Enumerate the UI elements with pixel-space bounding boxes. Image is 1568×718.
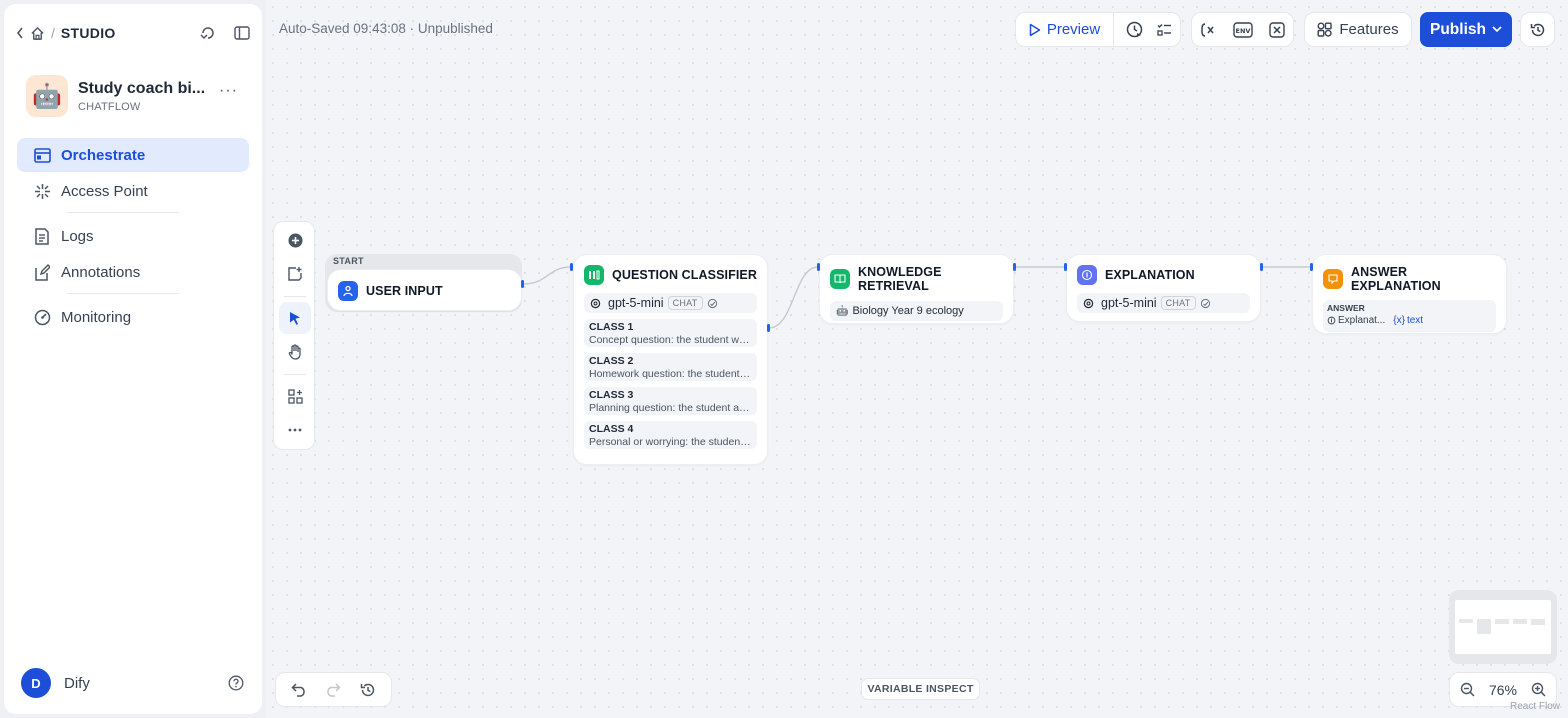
react-flow-attribution[interactable]: React Flow <box>1510 701 1560 712</box>
node-explanation[interactable]: EXPLANATION gpt-5-mini CHAT <box>1066 254 1261 322</box>
class-description: Homework question: the student needs <box>589 368 752 380</box>
model-selector[interactable]: gpt-5-mini CHAT <box>584 293 757 313</box>
node-title: ANSWER EXPLANATION <box>1351 265 1441 293</box>
class-name: CLASS 3 <box>589 389 634 401</box>
model-mode-tag: CHAT <box>667 296 703 310</box>
variable-inspect-button[interactable]: VARIABLE INSPECT <box>861 678 980 700</box>
answer-field[interactable]: ANSWER Explanat... {x} text <box>1323 300 1496 332</box>
class-name: CLASS 4 <box>589 423 634 435</box>
class-description: Personal or worrying: the student feels <box>589 436 752 448</box>
output-handle[interactable] <box>521 280 524 288</box>
history-icon[interactable] <box>360 682 376 698</box>
node-answer-explanation[interactable]: ANSWER EXPLANATION ANSWER Explanat... {x… <box>1312 254 1507 334</box>
class-description: Planning question: the student asks <box>589 402 752 414</box>
class-item[interactable]: CLASS 4 Personal or worrying: the studen… <box>584 421 757 449</box>
class-name: CLASS 1 <box>589 321 634 333</box>
question-classifier-icon <box>584 265 604 285</box>
output-handle[interactable] <box>767 324 770 332</box>
redo-icon[interactable] <box>325 682 342 697</box>
node-user-input[interactable]: USER INPUT <box>327 269 522 311</box>
node-knowledge-retrieval[interactable]: KNOWLEDGE RETRIEVAL 🤖 Biology Year 9 eco… <box>819 254 1014 324</box>
model-mode-tag: CHAT <box>1160 296 1196 310</box>
node-question-classifier[interactable]: QUESTION CLASSIFIER gpt-5-mini CHAT CLAS… <box>573 254 768 465</box>
output-handle[interactable] <box>1013 263 1016 271</box>
model-selector[interactable]: gpt-5-mini CHAT <box>1077 293 1250 313</box>
zoom-level[interactable]: 76% <box>1489 682 1517 698</box>
llm-icon <box>1077 265 1097 285</box>
dataset-icon: 🤖 <box>836 305 849 317</box>
model-name: gpt-5-mini <box>608 296 664 310</box>
node-title: KNOWLEDGE RETRIEVAL <box>858 265 942 293</box>
input-handle[interactable] <box>1064 263 1067 271</box>
input-handle[interactable] <box>1310 263 1313 271</box>
openai-icon <box>1083 298 1094 308</box>
output-handle[interactable] <box>1260 263 1263 271</box>
node-title: QUESTION CLASSIFIER <box>612 268 757 282</box>
dataset-name: Biology Year 9 ecology <box>852 305 964 317</box>
node-title: EXPLANATION <box>1105 268 1195 282</box>
edge-classifier-retrieval[interactable] <box>768 266 819 329</box>
workflow-edges <box>522 266 1311 329</box>
knowledge-book-icon <box>830 269 850 289</box>
model-settings-icon <box>707 298 717 308</box>
model-settings-icon <box>1200 298 1210 308</box>
openai-icon <box>590 298 601 308</box>
input-handle[interactable] <box>817 263 820 271</box>
dataset-item[interactable]: 🤖 Biology Year 9 ecology <box>830 301 1003 321</box>
model-name: gpt-5-mini <box>1101 296 1157 310</box>
llm-icon <box>1327 316 1336 325</box>
user-input-icon <box>338 281 358 301</box>
class-item[interactable]: CLASS 1 Concept question: the student wa… <box>584 319 757 347</box>
minimap-preview <box>1459 619 1545 634</box>
minimap[interactable] <box>1449 590 1557 664</box>
answer-label: ANSWER <box>1327 303 1365 313</box>
variable-source-node: Explanat... <box>1338 315 1386 326</box>
start-tag: START <box>333 256 364 266</box>
node-title: USER INPUT <box>366 284 443 298</box>
variable-prefix: {x} <box>1393 315 1405 326</box>
undo-toolbar <box>275 672 392 707</box>
answer-variable: Explanat... {x} text <box>1327 315 1492 326</box>
variable-name: text <box>1406 315 1424 326</box>
class-item[interactable]: CLASS 2 Homework question: the student n… <box>584 353 757 381</box>
answer-icon <box>1323 269 1343 289</box>
input-handle[interactable] <box>570 263 573 271</box>
zoom-out-icon[interactable] <box>1460 682 1475 697</box>
class-name: CLASS 2 <box>589 355 634 367</box>
class-item[interactable]: CLASS 3 Planning question: the student a… <box>584 387 757 415</box>
zoom-in-icon[interactable] <box>1531 682 1546 697</box>
edge-start-classifier[interactable] <box>522 266 572 285</box>
undo-icon[interactable] <box>291 682 307 697</box>
class-description: Concept question: the student wants <box>589 334 752 346</box>
